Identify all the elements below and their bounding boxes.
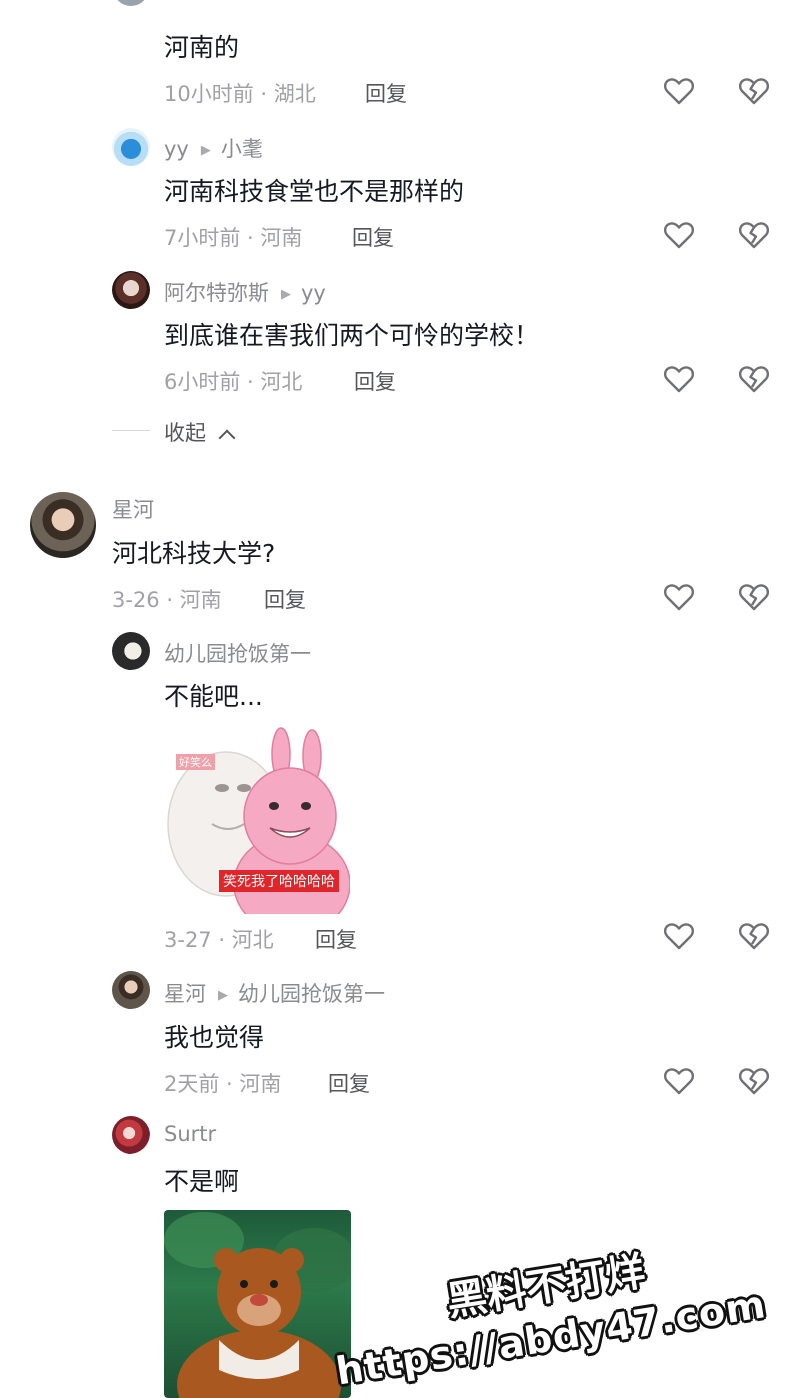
reply-arrow-icon: ▶: [200, 143, 211, 158]
reply-username[interactable]: 星河 ▶ 幼儿园抢饭第一: [164, 978, 385, 1008]
avatar[interactable]: [30, 492, 96, 558]
username[interactable]: 阿尔特弥斯: [164, 281, 269, 305]
reply-button[interactable]: 回复: [354, 366, 396, 396]
sticker-caption: 笑死我了哈哈哈哈: [219, 870, 339, 892]
comment-text: 不能吧...: [164, 682, 263, 711]
comment-text: 河南的: [164, 33, 240, 62]
reply-to-username[interactable]: yy: [301, 281, 326, 305]
username[interactable]: Surtr: [164, 1122, 216, 1146]
reply-username[interactable]: 阿尔特弥斯 ▶ yy: [164, 277, 326, 307]
collapse-divider: [112, 430, 150, 431]
heart-outline-icon[interactable]: [662, 74, 696, 108]
bear-sticker: [164, 1212, 351, 1398]
comment-meta: 3-27 · 河北: [164, 928, 274, 952]
broken-heart-icon[interactable]: [737, 218, 771, 252]
reply-arrow-icon: ▶: [218, 988, 228, 1003]
heart-outline-icon[interactable]: [662, 1064, 696, 1098]
username[interactable]: 星河: [164, 982, 206, 1006]
comment-meta: 6小时前 · 河北: [164, 370, 303, 394]
avatar[interactable]: [112, 971, 150, 1009]
chevron-up-icon: [218, 429, 236, 447]
avatar[interactable]: [112, 128, 150, 166]
reply-button[interactable]: 回复: [365, 78, 407, 108]
reply-to-username[interactable]: 小耄: [221, 137, 263, 161]
broken-heart-icon[interactable]: [737, 919, 771, 953]
avatar[interactable]: [112, 632, 150, 670]
heart-outline-icon[interactable]: [662, 362, 696, 396]
reply-to-username[interactable]: 幼儿园抢饭第一: [238, 982, 385, 1006]
broken-heart-icon[interactable]: [737, 362, 771, 396]
username[interactable]: yy: [164, 137, 189, 161]
comment-text: 河南科技食堂也不是那样的: [164, 177, 465, 206]
collapse-label: 收起: [164, 421, 206, 445]
broken-heart-icon[interactable]: [737, 580, 771, 614]
comment-meta: 2天前 · 河南: [164, 1072, 282, 1096]
broken-heart-icon[interactable]: [737, 74, 771, 108]
avatar[interactable]: [112, 1116, 150, 1154]
collapse-replies-button[interactable]: 收起: [164, 417, 236, 447]
heart-outline-icon[interactable]: [662, 919, 696, 953]
username[interactable]: 幼儿园抢饭第一: [164, 638, 311, 668]
comment-text: 河北科技大学?: [112, 539, 276, 568]
sticker-image[interactable]: [164, 1210, 351, 1398]
sticker-image[interactable]: 好笑么 笑死我了哈哈哈哈: [164, 724, 350, 914]
reply-button[interactable]: 回复: [315, 924, 357, 954]
reply-arrow-icon: ▶: [281, 287, 291, 302]
reply-username[interactable]: yy ▶ 小耄: [164, 133, 263, 163]
avatar[interactable]: [112, 271, 150, 309]
heart-outline-icon[interactable]: [662, 580, 696, 614]
reply-button[interactable]: 回复: [328, 1068, 370, 1098]
comment-text: 到底谁在害我们两个可怜的学校！: [164, 321, 540, 350]
comment-meta: 3-26 · 河南: [112, 588, 222, 612]
comment-text: 我也觉得: [164, 1023, 265, 1052]
comment-meta: 10小时前 · 湖北: [164, 82, 316, 106]
avatar-top-cut[interactable]: [113, 0, 149, 6]
username[interactable]: 星河: [112, 494, 154, 524]
sticker-corner-tag: 好笑么: [176, 754, 215, 770]
comment-text: 不是啊: [164, 1167, 240, 1196]
comment-meta: 7小时前 · 河南: [164, 226, 303, 250]
reply-button[interactable]: 回复: [264, 584, 306, 614]
reply-button[interactable]: 回复: [352, 222, 394, 252]
heart-outline-icon[interactable]: [662, 218, 696, 252]
broken-heart-icon[interactable]: [737, 1064, 771, 1098]
